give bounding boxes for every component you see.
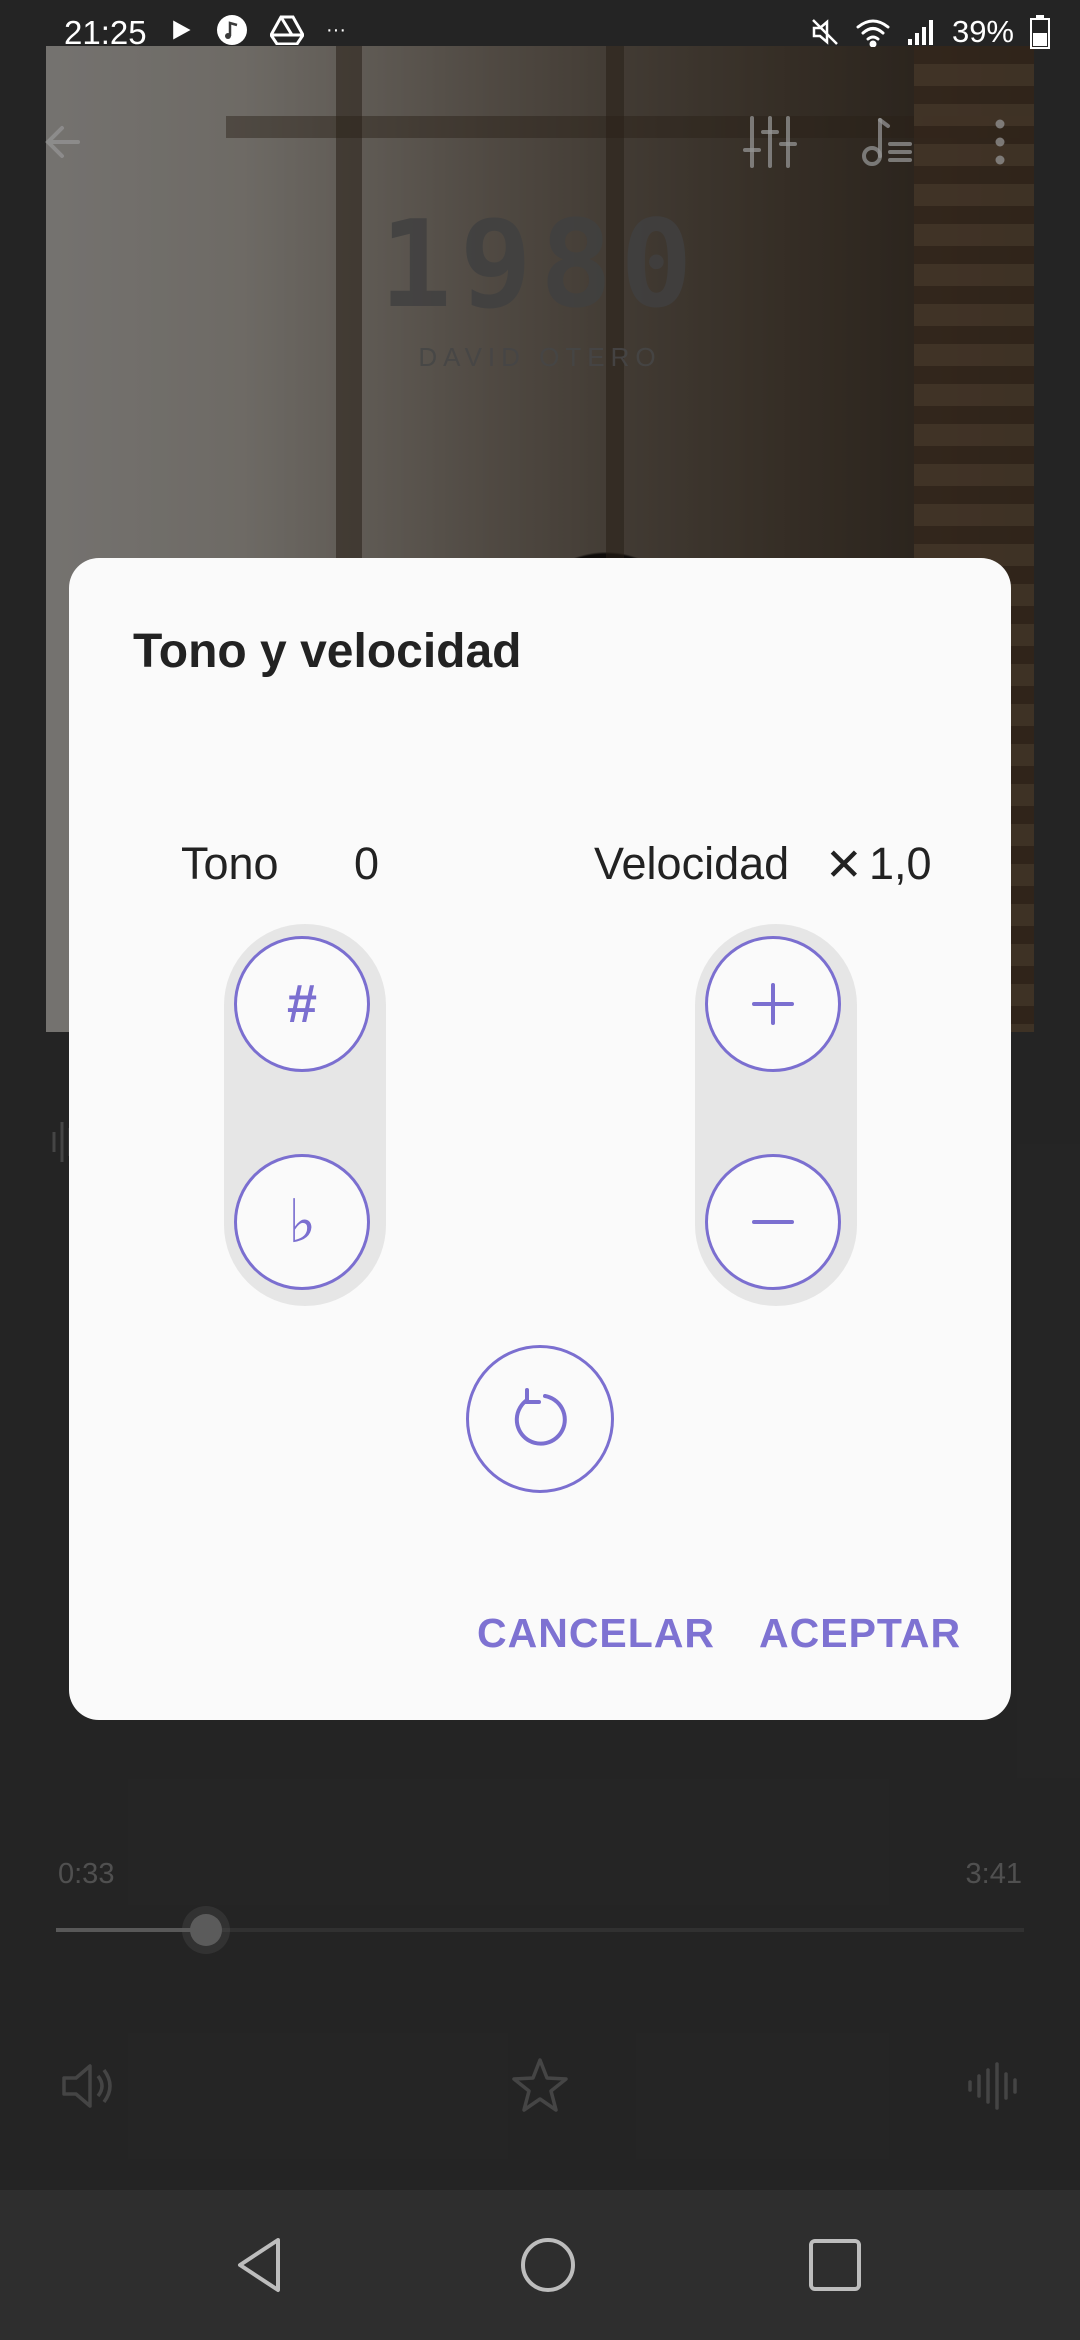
play-icon xyxy=(173,20,191,40)
speed-multiplier-icon: ✕ xyxy=(825,839,863,890)
pitch-speed-dialog: Tono y velocidad Tono 0 # ♭ Velocidad ✕ … xyxy=(69,558,1011,1720)
nav-back-icon[interactable] xyxy=(226,2230,296,2300)
pitch-label: Tono xyxy=(181,838,279,889)
more-dots-icon: ··· xyxy=(326,18,346,41)
screen: 1980 DAVID OTERO 0:33 3:41 21:25 ··· 39%… xyxy=(0,0,1080,2340)
battery-icon xyxy=(1030,15,1050,49)
accept-button[interactable]: ACEPTAR xyxy=(759,1610,961,1657)
drive-icon xyxy=(270,15,304,45)
mute-icon xyxy=(812,19,838,45)
nav-recents-icon[interactable] xyxy=(800,2230,870,2300)
refresh-icon xyxy=(514,1388,567,1446)
navigation-bar xyxy=(0,2190,1080,2340)
signal-icon xyxy=(907,20,933,45)
dialog-title: Tono y velocidad xyxy=(133,625,522,678)
pitch-flat-button[interactable]: ♭ xyxy=(234,1154,370,1290)
pitch-value: 0 xyxy=(354,838,380,889)
status-bar: 21:25 ··· 39% xyxy=(0,0,1080,66)
cancel-button[interactable]: CANCELAR xyxy=(477,1610,715,1657)
reset-button[interactable] xyxy=(466,1345,614,1493)
nav-home-icon[interactable] xyxy=(513,2230,583,2300)
minus-icon xyxy=(752,1220,794,1224)
speed-label: Velocidad xyxy=(594,838,790,889)
notification-icons: ··· xyxy=(168,14,346,46)
speed-increase-button[interactable] xyxy=(705,936,841,1072)
flat-icon: ♭ xyxy=(287,1188,317,1255)
music-note-icon xyxy=(217,15,247,45)
system-status: 39% xyxy=(810,14,1050,50)
sharp-icon: # xyxy=(286,974,318,1034)
speed-control xyxy=(695,924,857,1306)
pitch-control: # ♭ xyxy=(224,924,386,1306)
wifi-icon xyxy=(856,19,890,47)
pitch-sharp-button[interactable]: # xyxy=(234,936,370,1072)
battery-percent: 39% xyxy=(951,14,1014,49)
status-time: 21:25 xyxy=(64,14,147,51)
plus-icon xyxy=(752,983,794,1025)
speed-value: 1,0 xyxy=(869,838,932,889)
speed-decrease-button[interactable] xyxy=(705,1154,841,1290)
